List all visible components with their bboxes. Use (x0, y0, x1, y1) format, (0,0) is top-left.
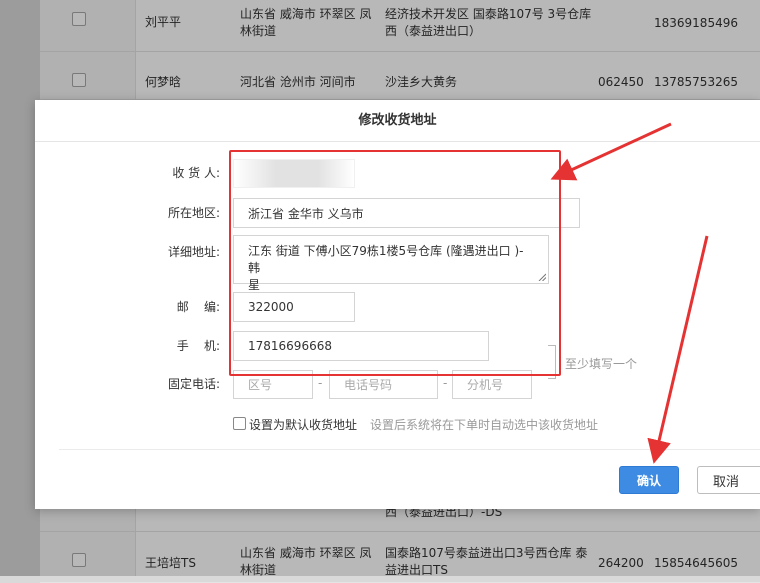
annotation-arrow-to-fields (550, 122, 672, 181)
annotation-arrow-to-confirm (647, 235, 709, 464)
annotation-arrows (550, 122, 709, 464)
